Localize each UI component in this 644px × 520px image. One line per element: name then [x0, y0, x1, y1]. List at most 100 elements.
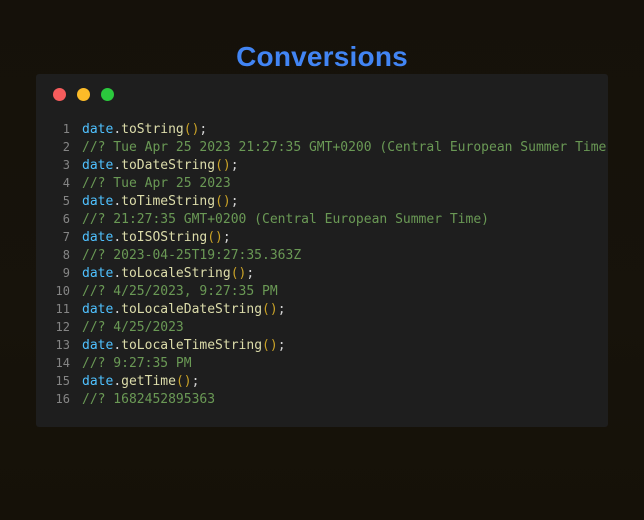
- line-number: 15: [55, 374, 70, 388]
- code-line: 6 //? 21:27:35 GMT+0200 (Central European…: [36, 210, 608, 228]
- dot-token: .: [113, 122, 122, 137]
- parentheses-token: (): [230, 266, 247, 281]
- comment-token: //? 9:27:35 PM: [82, 356, 192, 371]
- semicolon-token: ;: [230, 158, 239, 173]
- code-statement: date.toLocaleString();: [70, 265, 254, 283]
- line-number: 13: [55, 338, 70, 352]
- object-token: date: [82, 122, 114, 137]
- line-number: 8: [62, 248, 70, 262]
- line-number: 5: [62, 194, 70, 208]
- semicolon-token: ;: [277, 338, 286, 353]
- line-number: 1: [62, 122, 70, 136]
- line-number: 11: [55, 302, 70, 316]
- code-line: 9 date.toLocaleString();: [36, 264, 608, 282]
- dot-token: .: [113, 302, 122, 317]
- code-line: 1 date.toString();: [36, 120, 608, 138]
- maximize-window-button[interactable]: [101, 87, 114, 101]
- parentheses-token: (): [262, 338, 278, 353]
- code-comment: //? 1682452895363: [70, 391, 215, 409]
- code-statement: date.getTime();: [70, 373, 199, 391]
- code-line: 4 //? Tue Apr 25 2023: [36, 174, 608, 192]
- object-token: date: [82, 266, 114, 281]
- code-statement: date.toLocaleDateString();: [70, 301, 286, 319]
- method-name-token: toString: [121, 122, 184, 137]
- code-line: 13 date.toLocaleTimeString();: [36, 336, 608, 354]
- code-comment: //? 4/25/2023: [70, 319, 184, 337]
- object-token: date: [82, 158, 114, 173]
- parentheses-token: (): [215, 194, 231, 209]
- semicolon-token: ;: [246, 266, 255, 281]
- object-token: date: [82, 374, 114, 389]
- code-statement: date.toString();: [70, 121, 207, 139]
- parentheses-token: (): [215, 158, 231, 173]
- code-line: 14 //? 9:27:35 PM: [36, 354, 608, 372]
- semicolon-token: ;: [222, 230, 231, 245]
- code-statement: date.toDateString();: [70, 157, 239, 175]
- object-token: date: [82, 338, 114, 353]
- code-comment: //? 2023-04-25T19:27:35.363Z: [70, 247, 301, 265]
- parentheses-token: (): [207, 230, 223, 245]
- semicolon-token: ;: [230, 194, 239, 209]
- code-line: 12 //? 4/25/2023: [36, 318, 608, 336]
- code-line: 10 //? 4/25/2023, 9:27:35 PM: [36, 282, 608, 300]
- line-number: 7: [62, 230, 70, 244]
- comment-token: //? 2023-04-25T19:27:35.363Z: [82, 248, 302, 263]
- parentheses-token: (): [183, 122, 200, 137]
- code-line: 7 date.toISOString();: [36, 228, 608, 246]
- code-statement: date.toISOString();: [70, 229, 231, 247]
- object-token: date: [82, 194, 114, 209]
- code-line: 15 date.getTime();: [36, 372, 608, 390]
- code-comment: //? 9:27:35 PM: [70, 355, 192, 373]
- parentheses-token: (): [175, 374, 192, 389]
- comment-token: //? 4/25/2023: [82, 320, 184, 335]
- semicolon-token: ;: [277, 302, 286, 317]
- dot-token: .: [113, 194, 122, 209]
- comment-token: //? Tue Apr 25 2023: [82, 176, 231, 191]
- dot-token: .: [113, 338, 122, 353]
- dot-token: .: [113, 230, 122, 245]
- page-root: Conversions 1 date.toString(); 2//? Tue Ap…: [0, 0, 644, 520]
- code-line: 11 date.toLocaleDateString();: [36, 300, 608, 318]
- line-number: 6: [62, 212, 70, 226]
- dot-token: .: [113, 158, 122, 173]
- object-token: date: [82, 302, 114, 317]
- code-window-titlebar: [36, 74, 608, 114]
- parentheses-token: (): [262, 302, 278, 317]
- code-comment: //? Tue Apr 25 2023: [70, 175, 231, 193]
- line-number: 10: [55, 284, 70, 298]
- code-comment: //? Tue Apr 25 2023 21:27:35 GMT+0200 (C…: [70, 139, 608, 157]
- comment-token: //? 21:27:35 GMT+0200 (Central European …: [82, 212, 489, 227]
- page-title: Conversions: [236, 41, 408, 72]
- close-window-button[interactable]: [53, 87, 66, 101]
- method-name-token: getTime: [121, 374, 176, 389]
- minimize-window-button[interactable]: [77, 87, 90, 101]
- code-comment: //? 4/25/2023, 9:27:35 PM: [70, 283, 278, 301]
- code-editor-body[interactable]: 1 date.toString(); 2//? Tue Apr 25 2023 21…: [36, 114, 608, 427]
- dot-token: .: [113, 374, 122, 389]
- method-name-token: toLocaleTimeString: [121, 338, 263, 353]
- code-statement: date.toTimeString();: [70, 193, 239, 211]
- line-number: 9: [62, 266, 70, 280]
- method-name-token: toISOString: [121, 230, 208, 245]
- line-number: 16: [55, 392, 70, 406]
- code-line: 5 date.toTimeString();: [36, 192, 608, 210]
- comment-token: //? 4/25/2023, 9:27:35 PM: [82, 284, 278, 299]
- code-line: 8 //? 2023-04-25T19:27:35.363Z: [36, 246, 608, 264]
- line-number: 14: [55, 356, 70, 370]
- method-name-token: toTimeString: [121, 194, 216, 209]
- code-line: 2 //? Tue Apr 25 2023 21:27:35 GMT+0200 (…: [36, 138, 608, 156]
- line-number: 4: [62, 176, 70, 190]
- object-token: date: [82, 230, 114, 245]
- code-line: 3 date.toDateString();: [36, 156, 608, 174]
- method-name-token: toDateString: [121, 158, 216, 173]
- code-comment: //? 21:27:35 GMT+0200 (Central European …: [70, 211, 489, 229]
- code-window: 1 date.toString(); 2//? Tue Apr 25 2023 21…: [36, 74, 608, 427]
- line-number: 2: [62, 140, 70, 154]
- line-number: 3: [62, 158, 70, 172]
- semicolon-token: ;: [199, 122, 208, 137]
- semicolon-token: ;: [191, 374, 200, 389]
- dot-token: .: [113, 266, 122, 281]
- code-statement: date.toLocaleTimeString();: [70, 337, 286, 355]
- code-line: 16 //? 1682452895363: [36, 390, 608, 408]
- comment-token: //? 1682452895363: [82, 392, 216, 407]
